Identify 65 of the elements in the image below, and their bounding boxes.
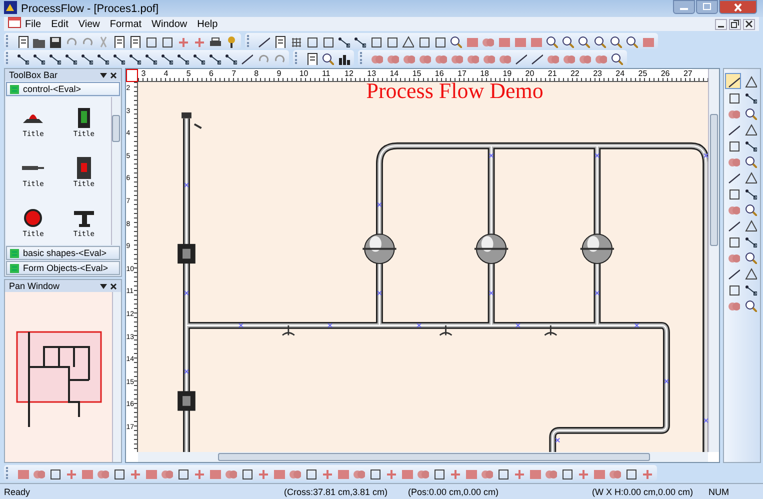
ruler-number: 3 [141, 69, 147, 80]
ruler-number: 12 [344, 69, 354, 80]
ruler-number: 13 [367, 69, 378, 80]
status-text: (W X H:0.00 cm,0.00 cm) [591, 486, 694, 496]
vertical-scrollbar[interactable] [708, 69, 720, 452]
horizontal-scrollbar[interactable] [138, 452, 708, 462]
ruler-number: 9 [276, 69, 282, 80]
menu-item[interactable]: Window [152, 18, 188, 30]
ruler-number: 26 [660, 69, 671, 80]
scrollbar[interactable] [112, 292, 122, 462]
section-icon [10, 264, 19, 272]
menu-item[interactable]: View [78, 18, 100, 30]
panel-title: ToolBox Bar [9, 70, 58, 80]
ruler-number: 11 [322, 69, 332, 80]
close-icon[interactable] [110, 282, 118, 290]
menu-item[interactable]: Format [110, 18, 142, 30]
ruler-number: 7 [232, 69, 238, 80]
ruler-number: 8 [254, 69, 260, 80]
ruler-number: 17 [458, 69, 468, 80]
menu-item[interactable]: Help [197, 18, 218, 30]
ruler-number: 10 [299, 69, 310, 80]
maximize-icon [701, 3, 713, 11]
status-text: Ready [3, 486, 32, 496]
close-icon [745, 20, 753, 28]
section-icon [10, 84, 19, 94]
panel-title: Pan Window [9, 281, 60, 291]
ruler-number: 22 [570, 69, 580, 80]
minimize-button[interactable] [715, 18, 727, 30]
menu-item[interactable]: File [25, 18, 42, 30]
scrollbar[interactable] [111, 97, 120, 245]
ruler-number: 25 [638, 69, 648, 80]
section-header[interactable]: basic shapes-<Eval> [6, 246, 120, 260]
status-text: (Cross:37.81 cm,3.81 cm) [283, 486, 389, 496]
diagram-title: Process Flow Demo [366, 82, 544, 104]
ruler-number: 15 [412, 69, 422, 80]
status-text: (Pos:0.00 cm,0.00 cm) [407, 486, 500, 496]
document-icon[interactable] [8, 17, 21, 28]
close-button[interactable] [743, 18, 755, 30]
window-title: ProcessFlow - [Proces1.pof] [21, 2, 160, 14]
dropdown-icon[interactable] [100, 282, 108, 290]
section-header[interactable]: control-<Eval> [6, 82, 120, 96]
drawing-canvas[interactable]: Process Flow Demo [138, 82, 708, 452]
ruler-number: 16 [434, 69, 445, 80]
close-icon [732, 2, 744, 12]
ruler-number: 24 [616, 69, 626, 80]
menu-item[interactable]: Edit [51, 18, 68, 30]
restore-icon [731, 20, 739, 28]
ruler-number: 5 [186, 69, 192, 80]
ruler-number: 23 [593, 69, 603, 80]
close-icon[interactable] [110, 72, 118, 78]
ruler-number: 6 [208, 69, 214, 80]
ruler-number: 20 [525, 69, 536, 80]
ruler-number: 21 [548, 69, 558, 80]
status-text: NUM [708, 486, 730, 496]
ruler-number: 27 [683, 69, 694, 80]
ruler-number: 14 [390, 69, 400, 80]
section-icon [10, 248, 19, 258]
ruler-number: 18 [480, 69, 490, 80]
ruler-number: 4 [164, 69, 170, 80]
ruler-number: 19 [502, 69, 513, 80]
restore-button[interactable] [729, 18, 741, 30]
section-header[interactable]: Form Objects-<Eval> [6, 261, 120, 275]
dropdown-icon[interactable] [100, 72, 108, 78]
maximize-button[interactable] [696, 0, 718, 14]
app-icon [4, 0, 17, 14]
